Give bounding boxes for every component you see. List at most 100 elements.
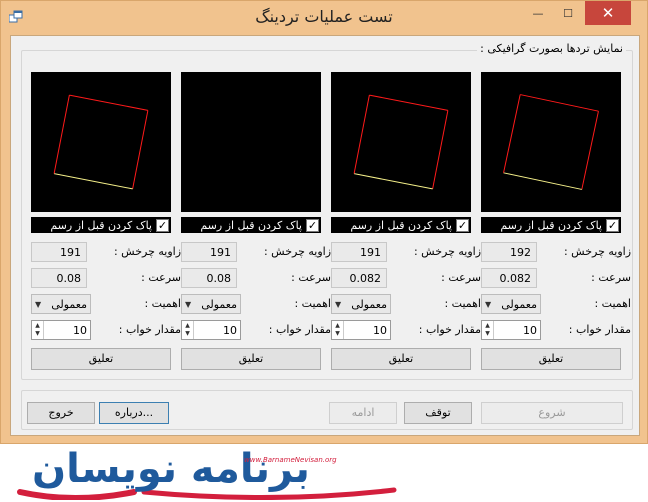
clear-before-draw-checkbox[interactable]: ✓ پاک کردن قبل از رسم [181, 217, 321, 233]
rotation-angle-field: 191 [181, 242, 237, 262]
checkbox-label: پاک کردن قبل از رسم [500, 218, 602, 232]
priority-label: اهمیت : [144, 297, 181, 310]
checkbox-check-icon[interactable]: ✓ [306, 218, 319, 232]
chevron-down-icon[interactable]: ▼ [335, 300, 341, 309]
stepper-arrows-icon[interactable]: ▲ ▼ [32, 321, 44, 339]
priority-select[interactable]: معمولی ▼ [481, 294, 541, 314]
stop-button[interactable]: توقف [404, 402, 472, 424]
spin-down-icon[interactable]: ▼ [485, 330, 490, 338]
checkbox-check-icon[interactable]: ✓ [606, 218, 619, 232]
square-edge [369, 94, 448, 111]
checkbox-check-icon[interactable]: ✓ [456, 218, 469, 232]
checkbox-label: پاک کردن قبل از رسم [350, 218, 452, 232]
square-edge [54, 173, 133, 190]
suspend-button[interactable]: تعلیق [481, 348, 621, 370]
rotating-square [53, 94, 149, 190]
spin-down-icon[interactable]: ▼ [185, 330, 190, 338]
checkbox-label: پاک کردن قبل از رسم [200, 218, 302, 232]
sleep-amount-stepper[interactable]: ▲ ▼ 10 [331, 320, 391, 340]
priority-value: معمولی [51, 297, 87, 311]
suspend-button[interactable]: تعلیق [31, 348, 171, 370]
spin-up-icon[interactable]: ▲ [485, 322, 490, 330]
stepper-arrows-icon[interactable]: ▲ ▼ [332, 321, 344, 339]
priority-label: اهمیت : [444, 297, 481, 310]
sleep-amount-value[interactable]: 10 [194, 324, 240, 337]
spin-up-icon[interactable]: ▲ [335, 322, 340, 330]
priority-select[interactable]: معمولی ▼ [31, 294, 91, 314]
start-button[interactable]: شروع [481, 402, 623, 424]
speed-field: 0.082 [481, 268, 537, 288]
logo-url: www.BarnameNevisan.org [244, 456, 337, 464]
chevron-down-icon[interactable]: ▼ [35, 300, 41, 309]
maximize-button[interactable]: ☐ [553, 1, 583, 25]
square-edge [53, 95, 70, 174]
stepper-arrows-icon[interactable]: ▲ ▼ [182, 321, 194, 339]
square-edge [503, 172, 582, 190]
square-edge [432, 110, 449, 189]
priority-value: معمولی [501, 297, 537, 311]
spin-down-icon[interactable]: ▼ [335, 330, 340, 338]
spin-down-icon[interactable]: ▼ [35, 330, 40, 338]
sleep-amount-stepper[interactable]: ▲ ▼ 10 [31, 320, 91, 340]
sleep-amount-stepper[interactable]: ▲ ▼ 10 [481, 320, 541, 340]
thread-canvas [181, 72, 321, 212]
square-edge [353, 95, 370, 174]
resume-button[interactable]: ادامه [329, 402, 397, 424]
speed-field: 0.08 [31, 268, 87, 288]
rotating-square [503, 94, 599, 190]
clear-before-draw-checkbox[interactable]: ✓ پاک کردن قبل از رسم [481, 217, 621, 233]
suspend-button[interactable]: تعلیق [331, 348, 471, 370]
sleep-amount-value[interactable]: 10 [494, 324, 540, 337]
minimize-button[interactable]: — [523, 1, 553, 25]
sleep-amount-label: مقدار خواب : [118, 323, 181, 336]
priority-select[interactable]: معمولی ▼ [331, 294, 391, 314]
thread-canvas [31, 72, 171, 212]
checkbox-check-icon[interactable]: ✓ [156, 218, 169, 232]
speed-label: سرعت : [591, 271, 631, 284]
logo-text: برنامه نویسان [32, 446, 311, 492]
square-edge [354, 173, 433, 190]
stepper-arrows-icon[interactable]: ▲ ▼ [482, 321, 494, 339]
square-edge [503, 94, 521, 173]
thread-canvas [331, 72, 471, 212]
rotation-angle-label: زاویه چرخش : [113, 245, 181, 258]
sleep-amount-stepper[interactable]: ▲ ▼ 10 [181, 320, 241, 340]
priority-select[interactable]: معمولی ▼ [181, 294, 241, 314]
priority-label: اهمیت : [294, 297, 331, 310]
priority-value: معمولی [201, 297, 237, 311]
sleep-amount-label: مقدار خواب : [268, 323, 331, 336]
sleep-amount-value[interactable]: 10 [344, 324, 390, 337]
speed-label: سرعت : [441, 271, 481, 284]
spin-up-icon[interactable]: ▲ [185, 322, 190, 330]
clear-before-draw-checkbox[interactable]: ✓ پاک کردن قبل از رسم [31, 217, 171, 233]
suspend-button[interactable]: تعلیق [181, 348, 321, 370]
sleep-amount-label: مقدار خواب : [418, 323, 481, 336]
speed-label: سرعت : [291, 271, 331, 284]
sleep-amount-label: مقدار خواب : [568, 323, 631, 336]
main-window: تست عملیات تردینگ — ☐ ✕ نمایش تردها بصور… [0, 0, 648, 444]
thread-canvas [481, 72, 621, 212]
rotation-angle-label: زاویه چرخش : [413, 245, 481, 258]
speed-field: 0.08 [181, 268, 237, 288]
exit-button[interactable]: خروج [27, 402, 95, 424]
rotation-angle-field: 192 [481, 242, 537, 262]
chevron-down-icon[interactable]: ▼ [485, 300, 491, 309]
form-client-area: نمایش تردها بصورت گرافیکی : ✓ پاک کردن قب… [10, 35, 640, 436]
priority-value: معمولی [351, 297, 387, 311]
about-button[interactable]: درباره... [99, 402, 169, 424]
sleep-amount-value[interactable]: 10 [44, 324, 90, 337]
chevron-down-icon[interactable]: ▼ [185, 300, 191, 309]
priority-label: اهمیت : [594, 297, 631, 310]
groupbox-title: نمایش تردها بصورت گرافیکی : [477, 42, 626, 55]
rotation-angle-field: 191 [331, 242, 387, 262]
square-edge [132, 110, 149, 189]
rotation-angle-label: زاویه چرخش : [263, 245, 331, 258]
clear-before-draw-checkbox[interactable]: ✓ پاک کردن قبل از رسم [331, 217, 471, 233]
rotation-angle-field: 191 [31, 242, 87, 262]
spin-up-icon[interactable]: ▲ [35, 322, 40, 330]
close-button[interactable]: ✕ [585, 1, 631, 25]
speed-field: 0.082 [331, 268, 387, 288]
rotating-square [353, 94, 449, 190]
square-edge [581, 111, 599, 190]
checkbox-label: پاک کردن قبل از رسم [50, 218, 152, 232]
